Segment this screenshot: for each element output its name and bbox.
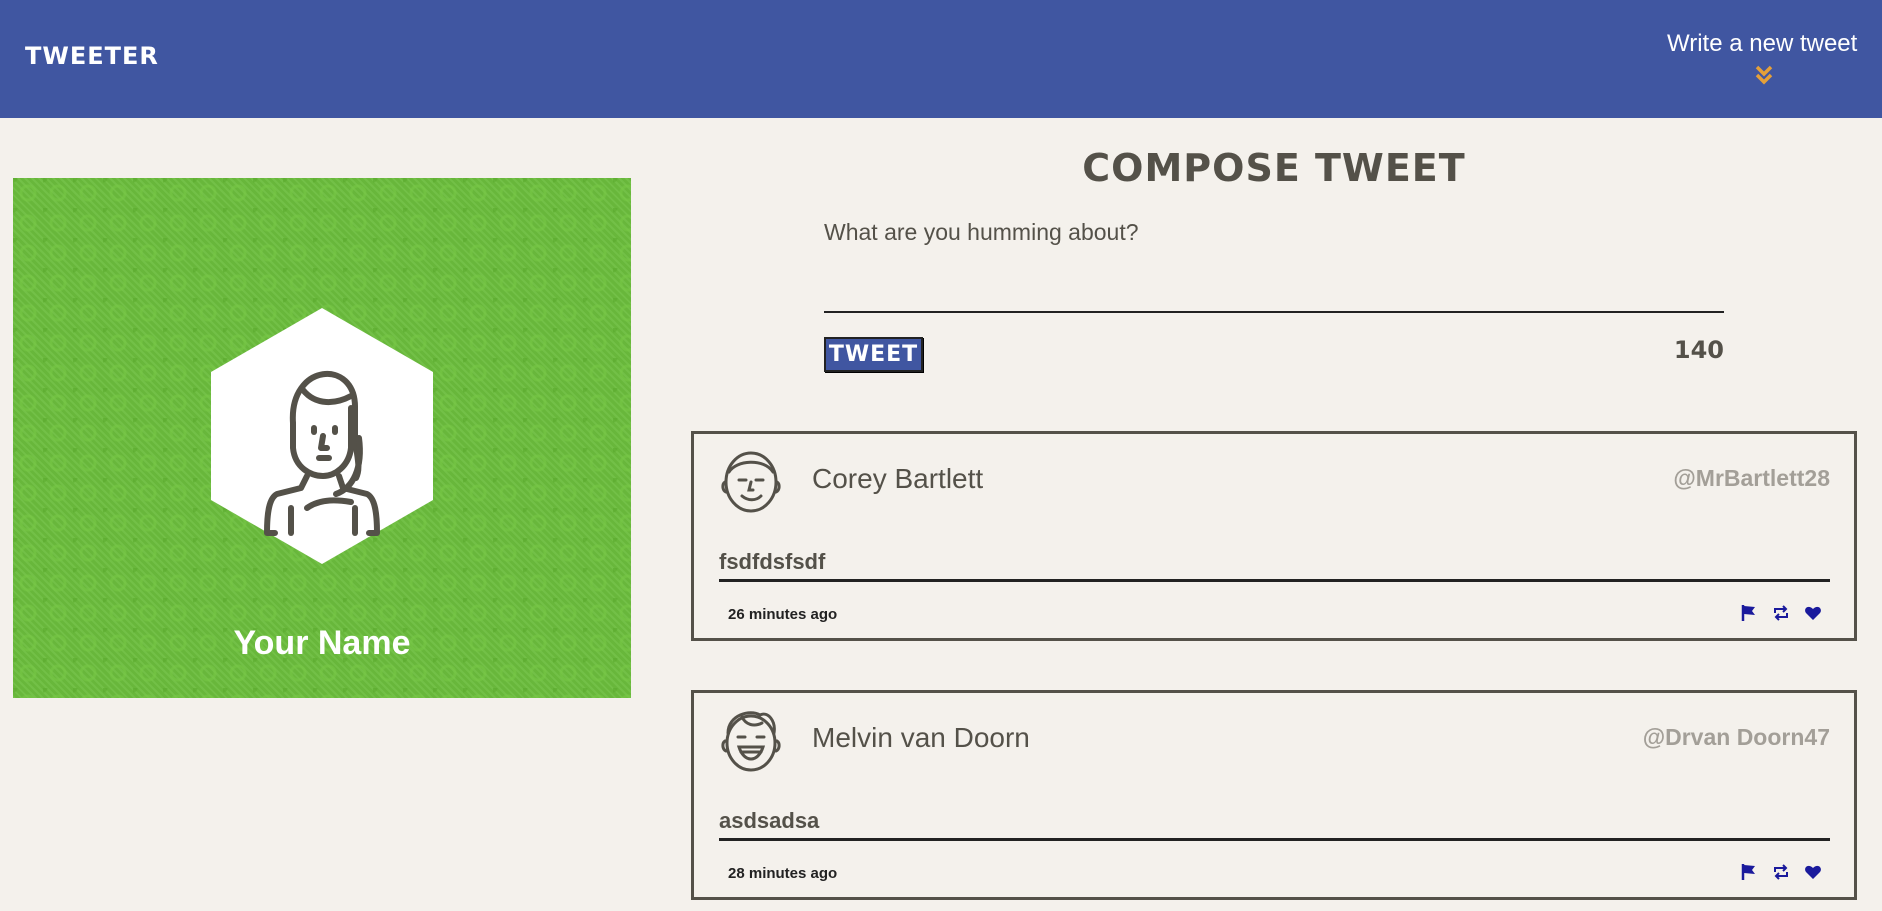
tweet-timestamp: 26 minutes ago [728, 606, 838, 623]
tweet-text: asdsadsa [719, 808, 1830, 841]
tweet-author: Corey Bartlett [812, 463, 984, 494]
laughing-man-avatar-icon [721, 711, 781, 772]
character-counter: 140 [1673, 336, 1724, 364]
tweet-text: fsdfdsfsdf [719, 549, 1830, 582]
write-new-tweet-label[interactable]: Write a new tweet [1667, 30, 1857, 58]
tweet-card: Melvin van Doorn @Drvan Doorn47 asdsadsa… [691, 690, 1857, 900]
flag-icon[interactable] [1740, 604, 1758, 622]
tweet-timestamp: 28 minutes ago [728, 865, 838, 882]
tweet-actions [1740, 863, 1822, 881]
man-avatar-icon [721, 451, 781, 513]
heart-icon[interactable] [1804, 863, 1822, 881]
tweet-author: Melvin van Doorn [812, 722, 1030, 753]
brand-logo[interactable]: TWEETER [25, 42, 159, 70]
tweet-text-input[interactable] [824, 215, 1724, 313]
flag-icon[interactable] [1740, 863, 1758, 881]
woman-avatar-icon [211, 308, 433, 564]
heart-icon[interactable] [1804, 604, 1822, 622]
compose-title: COMPOSE TWEET [1082, 146, 1466, 190]
retweet-icon[interactable] [1772, 863, 1790, 881]
write-new-tweet-toggle[interactable]: Write a new tweet [1667, 30, 1857, 85]
tweet-card: Corey Bartlett @MrBartlett28 fsdfdsfsdf … [691, 431, 1857, 641]
tweet-actions [1740, 604, 1822, 622]
profile-name: Your Name [233, 624, 411, 662]
tweet-submit-button[interactable]: TWEET [824, 337, 923, 372]
profile-card: Your Name [13, 178, 631, 698]
tweet-handle: @Drvan Doorn47 [1642, 724, 1830, 750]
tweet-handle: @MrBartlett28 [1673, 465, 1830, 491]
navbar: TWEETER Write a new tweet [0, 0, 1882, 118]
double-chevron-down-icon[interactable] [1753, 64, 1775, 86]
retweet-icon[interactable] [1772, 604, 1790, 622]
